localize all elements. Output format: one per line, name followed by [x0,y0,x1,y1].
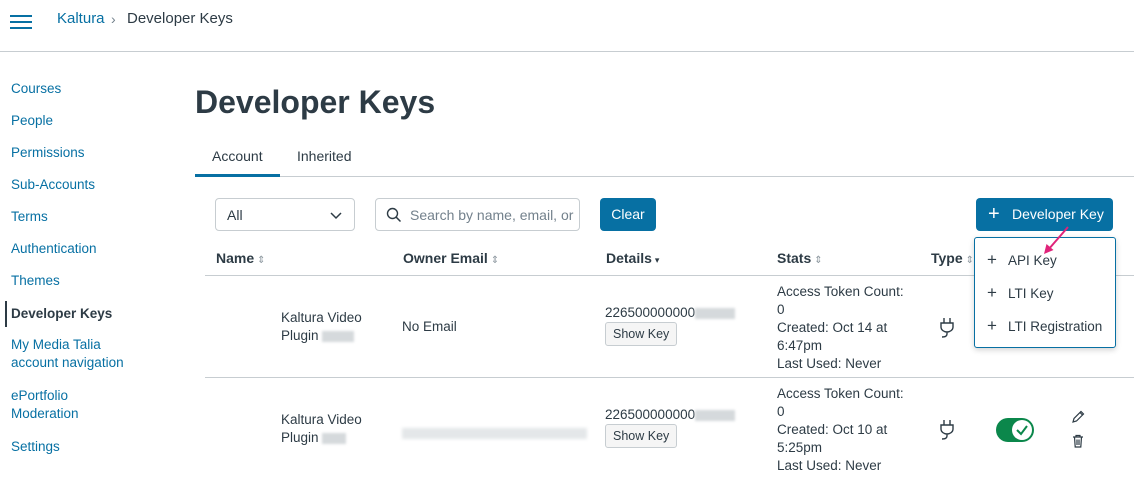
clear-button[interactable]: Clear [600,198,656,231]
sidebar-item-eportfolio-moderation[interactable]: ePortfolio Moderation [11,387,111,423]
show-key-button[interactable]: Show Key [605,424,678,448]
sidebar-item-my-media[interactable]: My Media Talia account navigation [11,336,146,372]
chevron-down-icon [330,212,342,220]
breadcrumb-root-link[interactable]: Kaltura [57,10,105,27]
sidebar-item-sub-accounts[interactable]: Sub-Accounts [11,176,161,194]
sort-descending-icon: ▾ [654,255,660,265]
key-type-select[interactable]: All [215,198,355,231]
sidebar-item-terms[interactable]: Terms [11,208,161,226]
sidebar-item-settings[interactable]: Settings [11,438,161,456]
key-name: Kaltura Video Plugin [281,411,391,447]
client-id-prefix: 226500000000 [605,305,696,320]
page-title: Developer Keys [195,84,436,120]
redacted-text [322,330,355,342]
top-bar: Kaltura › Developer Keys [0,0,1134,52]
redacted-text [322,432,347,444]
trash-icon[interactable] [1070,433,1086,449]
stats-line: Last Used: Never [777,458,882,473]
sort-icon: ⇕ [814,255,823,266]
sidebar-item-courses[interactable]: Courses [11,80,161,98]
plus-icon: + [987,250,997,269]
menu-item-lti-key[interactable]: + LTI Key [975,277,1115,309]
redacted-text [695,307,736,319]
sort-icon: ⇕ [490,255,500,266]
plug-icon [940,318,954,338]
sidebar-item-themes[interactable]: Themes [11,272,161,290]
key-name-line: Kaltura Video [281,412,362,427]
menu-item-label: LTI Key [1008,286,1054,301]
stats-line: Last Used: Never [777,356,882,371]
menu-item-lti-registration[interactable]: + LTI Registration [975,310,1115,342]
column-header-stats[interactable]: Stats ⇕ [777,250,823,266]
tab-account[interactable]: Account [212,148,263,164]
annotation-arrow-icon [1044,226,1069,254]
sidebar-item-permissions[interactable]: Permissions [11,144,161,162]
stats-line: 5:25pm [777,440,823,455]
sidebar-item-authentication[interactable]: Authentication [11,240,161,258]
tab-inherited[interactable]: Inherited [297,148,351,164]
owner-email: No Email [402,319,457,334]
client-id: 226500000000 [605,304,736,322]
show-key-button[interactable]: Show Key [605,322,678,346]
search-field[interactable] [375,198,580,231]
column-header-name[interactable]: Name ⇕ [216,250,266,266]
plus-icon: + [987,316,997,335]
sidebar-item-people[interactable]: People [11,112,161,130]
column-label: Stats [777,250,812,266]
menu-item-label: LTI Registration [1008,319,1103,334]
key-name-line: Plugin [281,430,319,445]
key-name: Kaltura Video Plugin [281,309,391,345]
active-indicator [5,301,7,327]
tab-list: Account Inherited [195,140,1134,177]
column-header-details[interactable]: Details ▾ [606,250,659,266]
key-name-line: Plugin [281,328,319,343]
column-label: Owner Email [403,250,488,266]
column-label: Details [606,250,652,266]
column-label: Name [216,250,255,266]
search-icon [386,207,402,223]
owner-email [402,424,587,442]
plus-icon: + [987,283,997,302]
plus-icon: + [988,203,1000,225]
sort-icon: ⇕ [965,255,975,266]
selected-tab-indicator [195,174,280,177]
stats-line: 0 [777,302,785,317]
breadcrumb-current: Developer Keys [127,10,233,27]
table-row-divider [205,377,1134,378]
redacted-text [402,427,587,439]
key-name-line: Kaltura Video [281,310,362,325]
plug-icon [940,420,954,440]
pencil-icon[interactable] [1070,409,1086,425]
stats-line: Created: Oct 10 at [777,422,888,437]
checkmark-icon [1016,425,1028,436]
client-id-prefix: 226500000000 [605,407,696,422]
column-label: Type [931,250,963,266]
column-header-type[interactable]: Type ⇕ [931,250,974,266]
stats-line: Access Token Count: [777,386,904,401]
key-state-toggle[interactable] [996,418,1034,442]
breadcrumb-separator: › [111,11,116,27]
key-stats: Access Token Count: 0 Created: Oct 10 at… [777,385,917,475]
select-value: All [227,207,243,223]
sort-icon: ⇕ [257,255,266,266]
sidebar-item-developer-keys[interactable]: Developer Keys [11,305,161,323]
stats-line: 6:47pm [777,338,823,353]
redacted-text [695,409,736,421]
search-input[interactable] [410,205,575,225]
client-id: 226500000000 [605,406,736,424]
stats-line: Access Token Count: [777,284,904,299]
column-header-owner-email[interactable]: Owner Email ⇕ [403,250,499,266]
hamburger-menu-icon[interactable] [10,12,32,32]
key-stats: Access Token Count: 0 Created: Oct 14 at… [777,283,917,373]
stats-line: Created: Oct 14 at [777,320,888,335]
toggle-knob [1012,420,1032,440]
stats-line: 0 [777,404,785,419]
